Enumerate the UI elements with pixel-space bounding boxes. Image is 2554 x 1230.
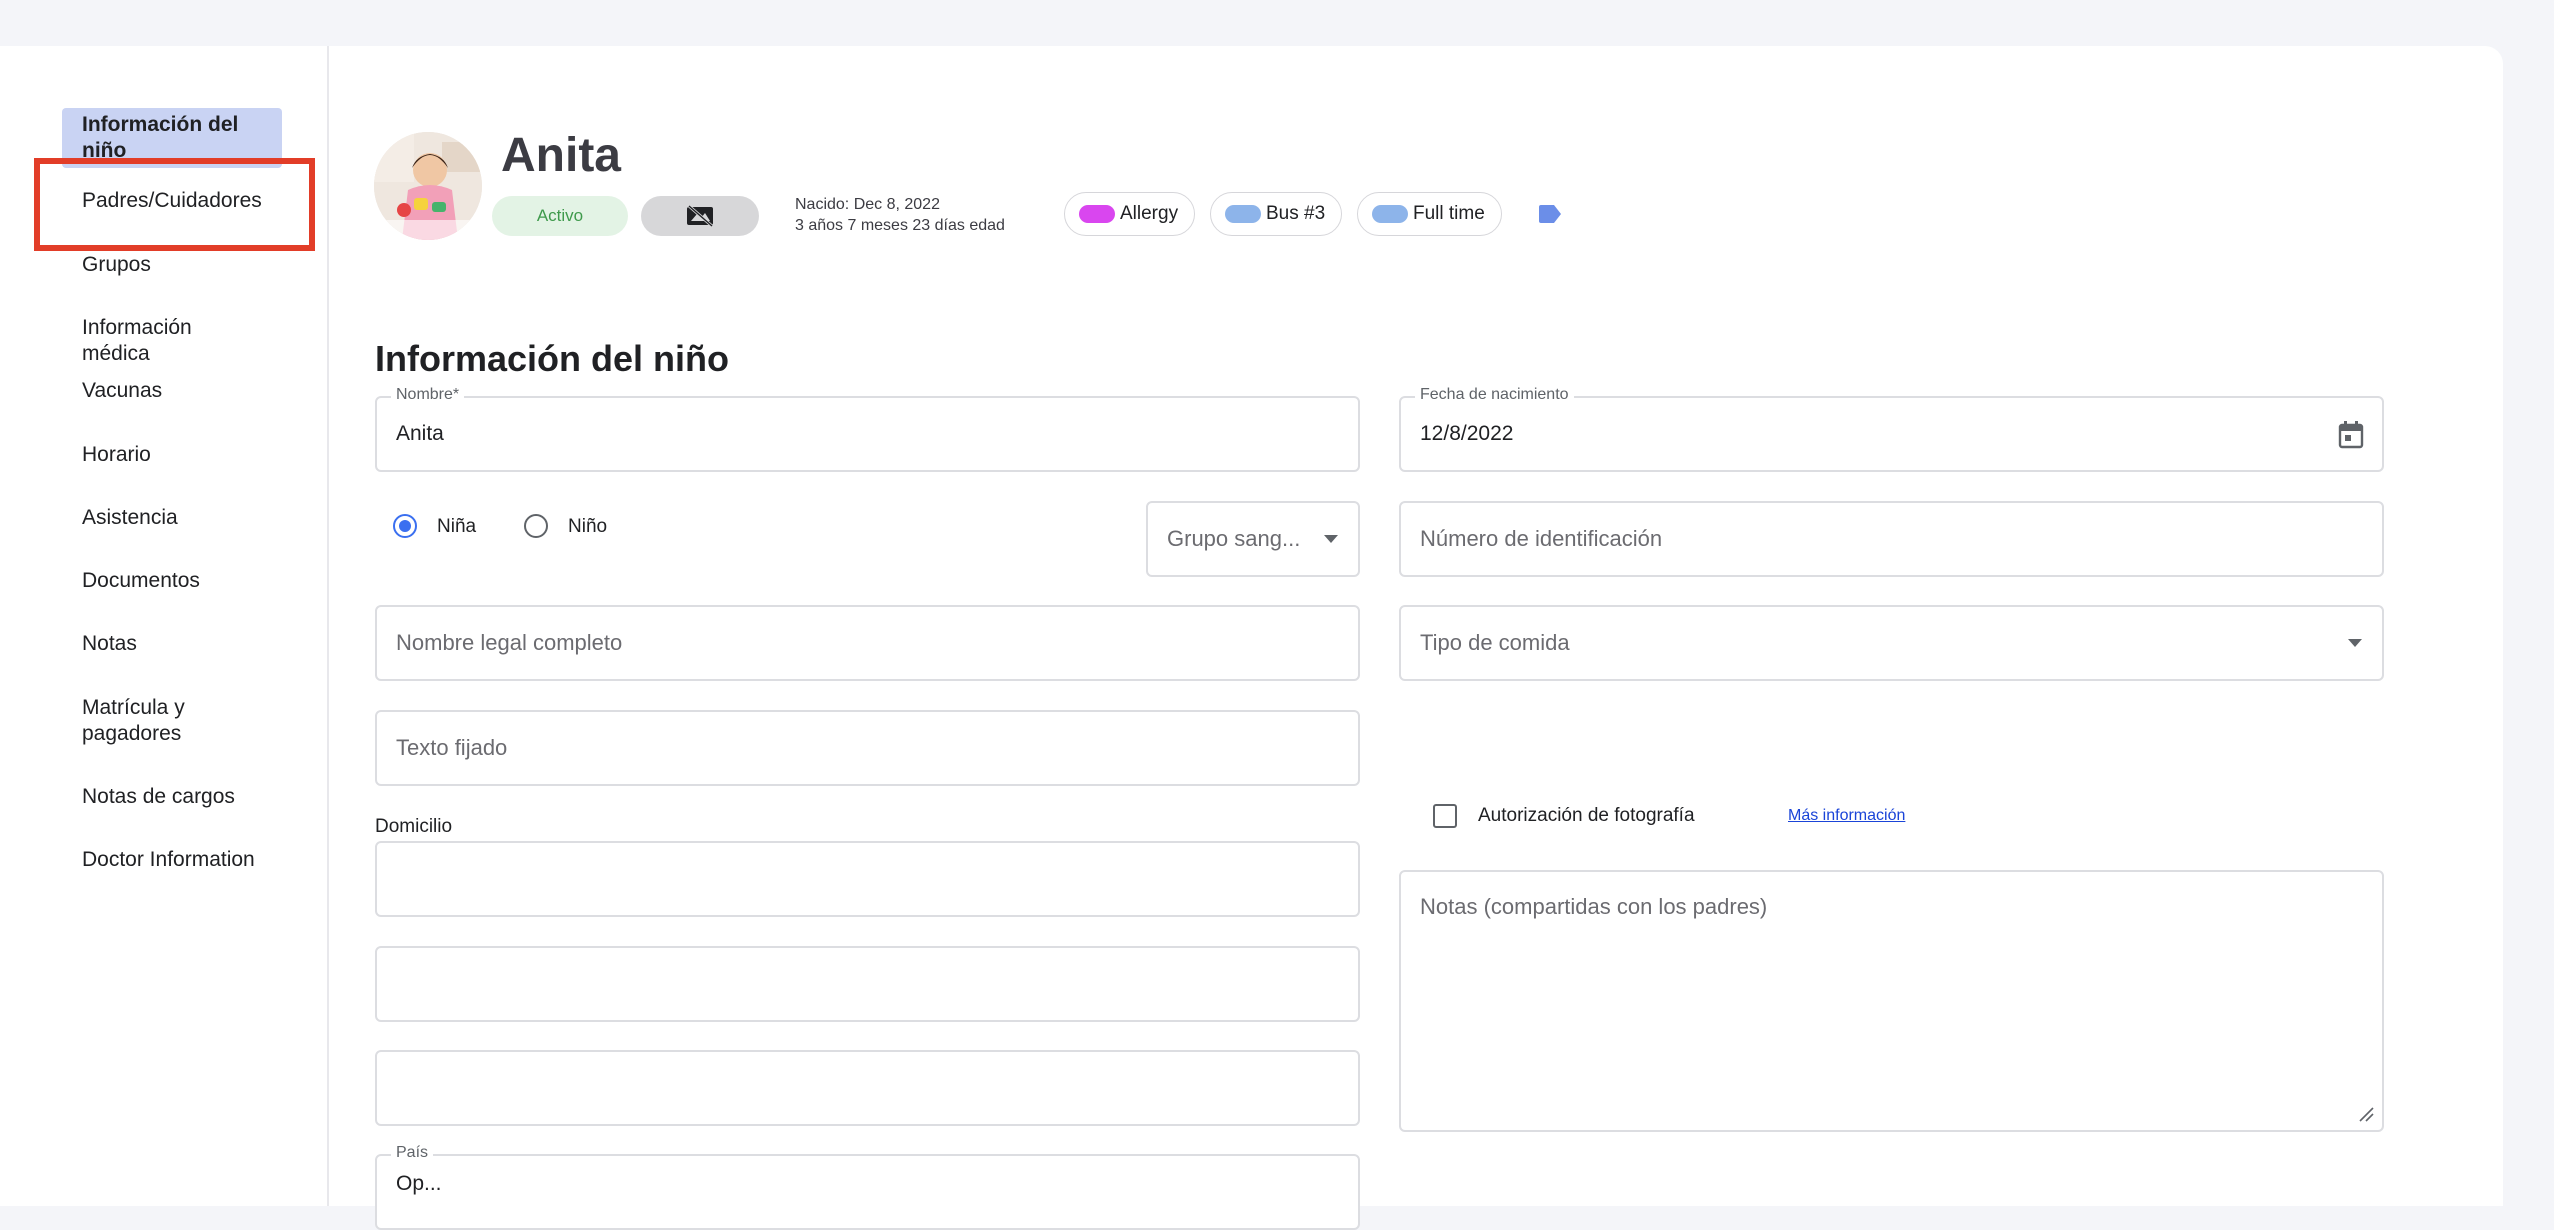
- gender-male-label: Niño: [568, 516, 608, 537]
- sidebar-item-schedule[interactable]: Horario: [62, 442, 282, 468]
- sidebar-item-attendance[interactable]: Asistencia: [62, 505, 282, 531]
- address-line2-field[interactable]: [375, 946, 1360, 1022]
- photo-consent-checkbox[interactable]: [1433, 804, 1457, 828]
- sidebar-item-groups[interactable]: Grupos: [62, 252, 282, 278]
- more-info-link[interactable]: Más información: [1788, 807, 1905, 825]
- sidebar-item-documents[interactable]: Documentos: [62, 568, 282, 594]
- notes-textarea[interactable]: Notas (compartidas con los padres): [1399, 870, 2384, 1132]
- id-number-field[interactable]: Número de identificación: [1399, 501, 2384, 577]
- dropdown-caret-icon: [1324, 535, 1338, 543]
- photo-consent-label: Autorización de fotografía: [1478, 805, 1695, 826]
- tag-allergy[interactable]: Allergy: [1064, 192, 1196, 236]
- status-badge[interactable]: Activo: [492, 196, 628, 236]
- food-type-placeholder: Tipo de comida: [1420, 630, 1570, 655]
- id-number-placeholder: Número de identificación: [1420, 526, 1663, 551]
- label-tag-icon: [1539, 205, 1561, 223]
- dropdown-caret-icon: [2348, 639, 2362, 647]
- calendar-icon[interactable]: [2338, 421, 2364, 449]
- food-type-select[interactable]: Tipo de comida: [1399, 605, 2384, 681]
- birth-date-value: 12/8/2022: [1420, 422, 1514, 445]
- blood-group-select[interactable]: Grupo sang...: [1146, 501, 1360, 577]
- section-title: Información del niño: [375, 338, 730, 379]
- legal-name-placeholder: Nombre legal completo: [396, 630, 623, 655]
- legal-name-field[interactable]: Nombre legal completo: [375, 605, 1360, 681]
- sidebar-item-charge-notes[interactable]: Notas de cargos: [62, 784, 282, 810]
- no-photo-icon: [687, 205, 713, 227]
- tag-color-dot: [1079, 205, 1115, 223]
- tag-label: Bus #3: [1266, 203, 1326, 224]
- address-line1-field[interactable]: [375, 841, 1360, 917]
- address-label: Domicilio: [375, 816, 453, 837]
- sidebar-item-medical-info[interactable]: Información médica: [62, 315, 282, 367]
- main-card: Información del niño Padres/Cuidadores G…: [0, 46, 2503, 1230]
- country-field[interactable]: País Op...: [375, 1144, 1360, 1230]
- pinned-text-placeholder: Texto fijado: [396, 735, 508, 760]
- country-label: País: [391, 1144, 434, 1162]
- name-value: Anita: [396, 422, 444, 445]
- avatar: [374, 132, 482, 240]
- gender-female-radio[interactable]: [393, 514, 417, 538]
- country-value: Op...: [396, 1172, 442, 1195]
- birth-info: Nacido: Dec 8, 2022 3 años 7 meses 23 dí…: [795, 194, 1005, 236]
- add-tag-button[interactable]: [1537, 204, 1563, 229]
- tag-full-time[interactable]: Full time: [1357, 192, 1502, 236]
- resize-handle-icon[interactable]: [2358, 1106, 2374, 1122]
- pinned-text-field[interactable]: Texto fijado: [375, 710, 1360, 786]
- sidebar: Información del niño Padres/Cuidadores G…: [0, 46, 329, 1206]
- tag-color-dot: [1372, 205, 1408, 223]
- tag-label: Allergy: [1120, 203, 1179, 224]
- tag-label: Full time: [1413, 203, 1485, 224]
- child-name: Anita: [501, 129, 621, 182]
- notes-placeholder: Notas (compartidas con los padres): [1420, 894, 1768, 919]
- no-photo-badge[interactable]: [641, 196, 759, 236]
- tag-color-dot: [1225, 205, 1261, 223]
- gender-male-radio[interactable]: [524, 514, 548, 538]
- sidebar-item-child-info[interactable]: Información del niño: [62, 108, 282, 168]
- sidebar-item-doctor-info[interactable]: Doctor Information: [62, 847, 282, 873]
- address-line3-field[interactable]: [375, 1050, 1360, 1126]
- tag-bus[interactable]: Bus #3: [1210, 192, 1343, 236]
- gender-female-label: Niña: [437, 516, 477, 537]
- born-date: Nacido: Dec 8, 2022: [795, 196, 940, 213]
- name-field[interactable]: Nombre* Anita: [375, 386, 1360, 472]
- sidebar-item-notes[interactable]: Notas: [62, 631, 282, 657]
- sidebar-item-enrollment-payers[interactable]: Matrícula y pagadores: [62, 695, 252, 747]
- age-text: 3 años 7 meses 23 días edad: [795, 217, 1005, 234]
- sidebar-item-vaccines[interactable]: Vacunas: [62, 378, 282, 404]
- birth-date-field[interactable]: Fecha de nacimiento 12/8/2022: [1399, 386, 2384, 472]
- blood-group-placeholder: Grupo sang...: [1167, 526, 1301, 551]
- sidebar-item-parents[interactable]: Padres/Cuidadores: [62, 188, 282, 214]
